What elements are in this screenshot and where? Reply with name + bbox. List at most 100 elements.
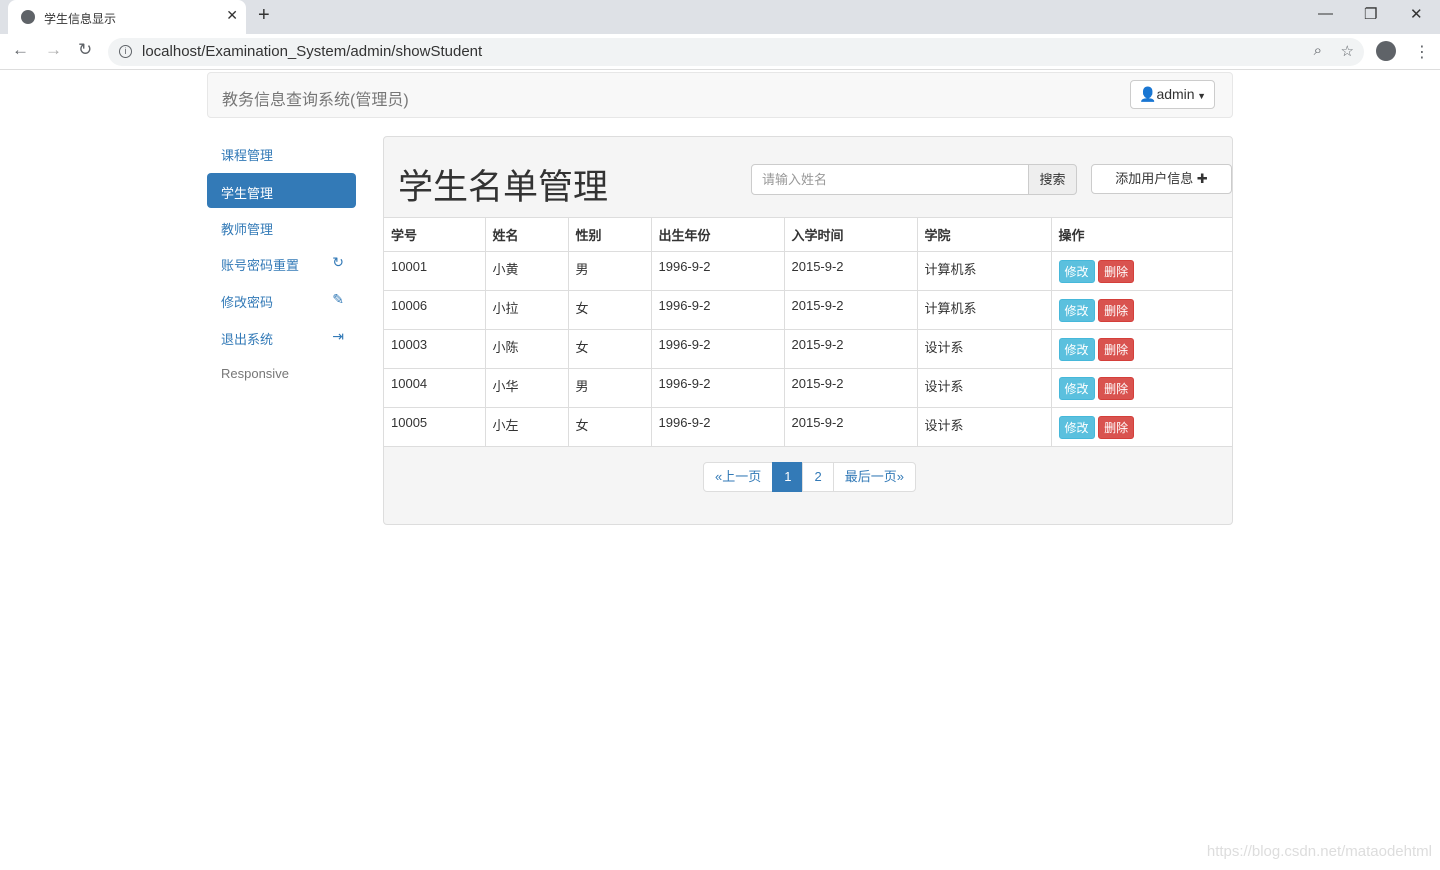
table-cell: 小黄 xyxy=(484,251,569,291)
last-page-link[interactable]: 最后一页» xyxy=(832,462,916,492)
table-cell: 设计系 xyxy=(916,407,1052,447)
table-cell: 1996-9-2 xyxy=(650,290,785,330)
logout-icon: ⇥ xyxy=(332,328,344,344)
delete-button[interactable]: 删除 xyxy=(1098,416,1135,439)
address-bar: ← → ↻ i localhost/Examination_System/adm… xyxy=(0,34,1440,70)
sidebar-item-label: 课程管理 xyxy=(221,148,274,163)
zoom-icon[interactable]: ⌕ xyxy=(1314,42,1322,59)
table-cell: 小陈 xyxy=(484,329,569,369)
close-window-icon[interactable]: ✕ xyxy=(1410,5,1423,23)
actions-cell: 修改 删除 xyxy=(1050,407,1232,447)
close-tab-icon[interactable]: ✕ xyxy=(226,7,238,24)
table-cell: 小拉 xyxy=(484,290,569,330)
sidebar-item-label: 学生管理 xyxy=(221,186,274,201)
info-icon[interactable]: i xyxy=(119,45,132,58)
table-cell: 男 xyxy=(567,251,652,291)
watermark: https://blog.csdn.net/mataodehtml xyxy=(1206,843,1432,860)
brand[interactable]: 教务信息查询系统(管理员) xyxy=(222,86,409,110)
sidebar-item-label: 教师管理 xyxy=(221,222,274,237)
add-user-button[interactable]: 添加用户信息 ✚ xyxy=(1091,164,1232,194)
column-header: 学号 xyxy=(384,217,486,252)
maximize-icon[interactable]: ❐ xyxy=(1364,5,1377,23)
table-cell: 女 xyxy=(567,290,652,330)
edit-button[interactable]: 修改 xyxy=(1058,338,1095,361)
table-cell: 10003 xyxy=(384,329,486,369)
back-icon[interactable]: ← xyxy=(12,40,29,60)
table-cell: 10005 xyxy=(384,407,486,447)
caret-down-icon: ▼ xyxy=(1194,91,1206,101)
sidebar-item-responsive[interactable]: Responsive xyxy=(207,356,356,391)
table-cell: 小左 xyxy=(484,407,569,447)
tab-title: 学生信息显示 xyxy=(44,12,117,26)
table-cell: 2015-9-2 xyxy=(783,329,918,369)
sidebar-item-students[interactable]: 学生管理 xyxy=(207,173,356,208)
add-user-label: 添加用户信息 xyxy=(1115,171,1194,186)
new-tab-button[interactable]: + xyxy=(258,4,270,27)
star-icon[interactable]: ☆ xyxy=(1341,42,1354,60)
column-header: 操作 xyxy=(1050,217,1232,252)
actions-cell: 修改 删除 xyxy=(1050,251,1232,291)
table-cell: 女 xyxy=(567,329,652,369)
table-cell: 2015-9-2 xyxy=(783,407,918,447)
sidebar-item-reset-password[interactable]: 账号密码重置 ↻ xyxy=(207,245,356,280)
edit-button[interactable]: 修改 xyxy=(1058,260,1095,283)
sidebar-item-courses[interactable]: 课程管理 xyxy=(207,135,356,170)
page-link-2[interactable]: 2 xyxy=(802,462,834,492)
column-header: 姓名 xyxy=(484,217,569,252)
table-row: 10003 小陈女 1996-9-2 2015-9-2 设计系 修改 删除 xyxy=(384,329,1232,369)
profile-icon[interactable] xyxy=(1376,41,1396,61)
delete-button[interactable]: 删除 xyxy=(1098,260,1135,283)
refresh-icon: ↻ xyxy=(332,254,344,270)
table-cell: 1996-9-2 xyxy=(650,251,785,291)
table-cell: 女 xyxy=(567,407,652,447)
edit-button[interactable]: 修改 xyxy=(1058,416,1095,439)
actions-cell: 修改 删除 xyxy=(1050,329,1232,369)
browser-tab-bar: 学生信息显示 ✕ + — ❐ ✕ xyxy=(0,0,1440,34)
table-cell: 小华 xyxy=(484,368,569,408)
table-row: 10001 小黄男 1996-9-2 2015-9-2 计算机系 修改 删除 xyxy=(384,251,1232,291)
edit-button[interactable]: 修改 xyxy=(1058,299,1095,322)
browser-tab[interactable]: 学生信息显示 ✕ xyxy=(8,0,246,34)
prev-page-link[interactable]: «上一页 xyxy=(703,462,774,492)
column-header: 性别 xyxy=(567,217,652,252)
sidebar-item-teachers[interactable]: 教师管理 xyxy=(207,209,356,244)
sidebar-item-logout[interactable]: 退出系统 ⇥ xyxy=(207,319,356,354)
delete-button[interactable]: 删除 xyxy=(1098,338,1135,361)
table-cell: 计算机系 xyxy=(916,251,1052,291)
delete-button[interactable]: 删除 xyxy=(1098,377,1135,400)
delete-button[interactable]: 删除 xyxy=(1098,299,1135,322)
page-link-1[interactable]: 1 xyxy=(772,462,804,492)
pagination: «上一页 1 2 最后一页» xyxy=(703,462,916,492)
url-field[interactable]: i localhost/Examination_System/admin/sho… xyxy=(108,38,1364,66)
sidebar-item-label: 账号密码重置 xyxy=(221,258,300,273)
column-header: 学院 xyxy=(916,217,1052,252)
sidebar-item-label: 退出系统 xyxy=(221,332,274,347)
search-input[interactable] xyxy=(751,164,1029,195)
page-title: 学生名单管理 xyxy=(398,168,609,207)
minimize-icon[interactable]: — xyxy=(1318,5,1333,22)
forward-icon[interactable]: → xyxy=(45,40,62,60)
user-icon: 👤 xyxy=(1139,86,1157,102)
table-cell: 10004 xyxy=(384,368,486,408)
table-cell: 1996-9-2 xyxy=(650,329,785,369)
pencil-icon: ✎ xyxy=(332,291,344,307)
reload-icon[interactable]: ↻ xyxy=(78,40,92,60)
search-button[interactable]: 搜索 xyxy=(1028,164,1077,195)
table-row: 10006 小拉女 1996-9-2 2015-9-2 计算机系 修改 删除 xyxy=(384,290,1232,330)
table-cell: 设计系 xyxy=(916,368,1052,408)
sidebar-item-change-password[interactable]: 修改密码 ✎ xyxy=(207,282,356,317)
table-cell: 2015-9-2 xyxy=(783,290,918,330)
menu-icon[interactable]: ⋮ xyxy=(1414,42,1430,62)
user-dropdown-button[interactable]: 👤admin ▼ xyxy=(1130,80,1215,109)
table-cell: 男 xyxy=(567,368,652,408)
user-name: admin xyxy=(1156,86,1195,102)
sidebar-item-label: 修改密码 xyxy=(221,295,274,310)
student-table: 学号 姓名 性别 出生年份 入学时间 学院 操作 10001 小黄男 1996-9-2 2015-… xyxy=(384,217,1232,447)
url-text[interactable]: localhost/Examination_System/admin/showS… xyxy=(142,43,482,60)
column-header: 出生年份 xyxy=(650,217,785,252)
student-panel: 学生名单管理 搜索 添加用户信息 ✚ 学号姓名性别出生年份入学时间学院操作 10… xyxy=(383,136,1233,525)
actions-cell: 修改 删除 xyxy=(1050,290,1232,330)
edit-button[interactable]: 修改 xyxy=(1058,377,1095,400)
actions-cell: 修改 删除 xyxy=(1050,368,1232,408)
sidebar-item-label: Responsive xyxy=(221,366,289,381)
